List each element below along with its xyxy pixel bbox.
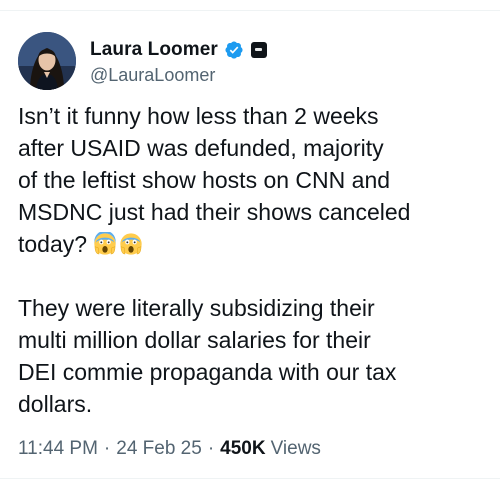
author-identity: Laura Loomer @LauraLoomer xyxy=(90,37,267,86)
screaming-face-emoji xyxy=(94,232,116,255)
avatar[interactable] xyxy=(18,32,76,90)
tweet-time[interactable]: 11:44 PM xyxy=(18,438,98,460)
tweet-text: Isn’t it funny how less than 2 weeks aft… xyxy=(18,100,488,420)
author-handle[interactable]: @LauraLoomer xyxy=(90,65,267,86)
tweet-date[interactable]: 24 Feb 25 xyxy=(116,438,202,460)
verified-badge-icon[interactable] xyxy=(224,40,244,60)
views-label: Views xyxy=(270,438,321,459)
meta-separator: · xyxy=(103,438,111,459)
screaming-face-emoji xyxy=(120,233,142,255)
top-divider xyxy=(0,0,500,11)
name-row: Laura Loomer xyxy=(90,37,267,63)
emoji-group xyxy=(93,232,145,256)
tweet-header: Laura Loomer @LauraLoomer xyxy=(18,32,267,90)
avatar-photo-icon xyxy=(18,32,76,90)
meta-separator: · xyxy=(207,438,215,459)
views-count[interactable]: 450K xyxy=(220,438,265,460)
tweet-paragraph-1: Isn’t it funny how less than 2 weeks aft… xyxy=(18,103,411,257)
bottom-divider xyxy=(0,478,500,479)
tweet-meta: 11:44 PM · 24 Feb 25 · 450K Views xyxy=(18,438,321,460)
tweet-paragraph-2: They were literally subsidizing their mu… xyxy=(18,295,397,417)
display-name[interactable]: Laura Loomer xyxy=(90,39,218,61)
affiliate-badge-icon[interactable] xyxy=(250,41,267,58)
